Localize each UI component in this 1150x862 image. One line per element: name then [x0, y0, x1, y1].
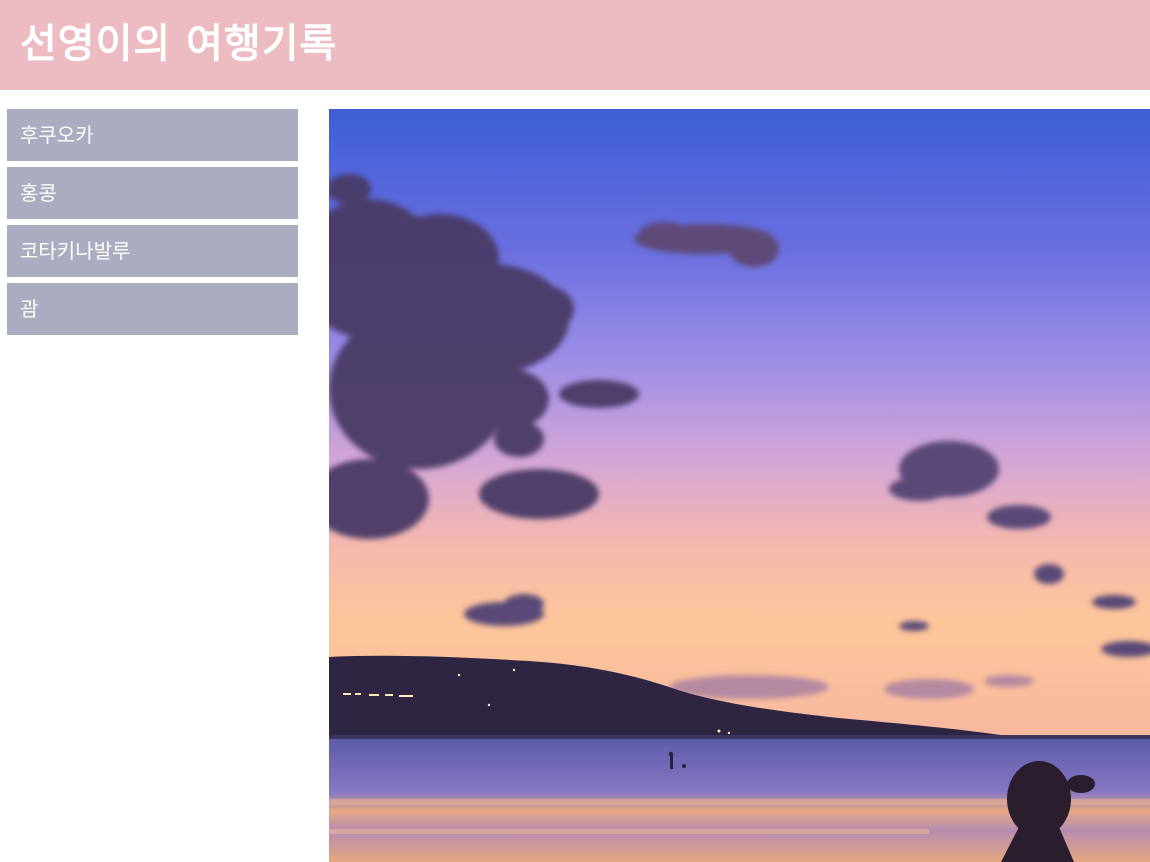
nav-item-hongkong[interactable]: 홍콩 — [7, 167, 298, 219]
site-title: 선영이의 여행기록 — [20, 21, 338, 67]
destination-nav: 후쿠오카 홍콩 코타키나발루 괌 — [7, 109, 298, 341]
nav-item-guam[interactable]: 괌 — [7, 283, 298, 335]
site-header: 선영이의 여행기록 — [0, 0, 1150, 90]
sunset-beach-illustration — [329, 109, 1150, 862]
sunset-beach-photo — [329, 109, 1150, 862]
nav-item-fukuoka[interactable]: 후쿠오카 — [7, 109, 298, 161]
nav-item-kota-kinabalu[interactable]: 코타키나발루 — [7, 225, 298, 277]
